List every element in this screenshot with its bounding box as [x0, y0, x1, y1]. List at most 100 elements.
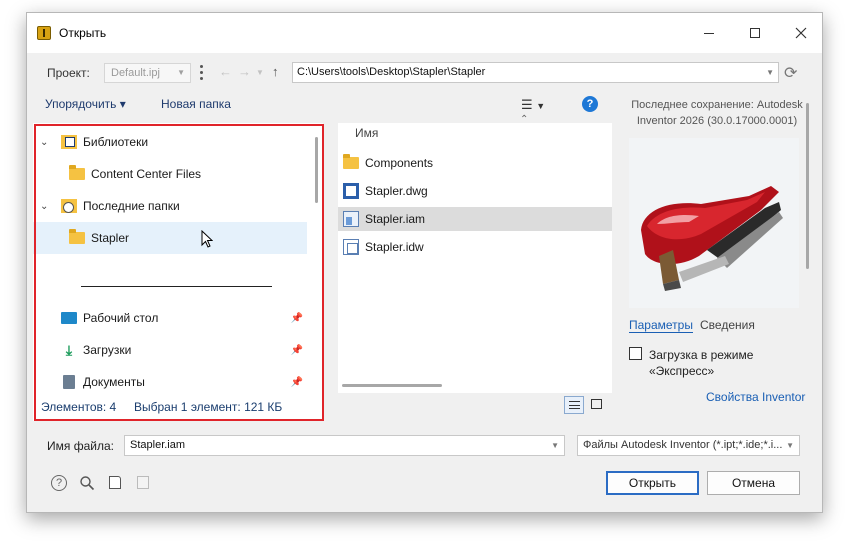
organize-button[interactable]: Упорядочить ▾	[45, 97, 126, 111]
minimize-icon	[704, 32, 714, 34]
nav-item-stapler[interactable]: Stapler	[33, 222, 307, 254]
filetype-value: Файлы Autodesk Inventor (*.ipt;*.ide;*.i…	[583, 439, 783, 451]
file-row[interactable]: Stapler.idw	[338, 235, 612, 259]
navigation-pane: ⌄ Библиотеки Content Center Files ⌄ Посл…	[33, 123, 323, 421]
view-options-icon[interactable]: ☰ ▼	[521, 97, 545, 113]
project-value: Default.ipj	[111, 67, 160, 79]
page-icon[interactable]	[107, 475, 123, 491]
search-icon[interactable]	[79, 475, 95, 491]
inventor-app-icon	[37, 26, 51, 40]
filetype-select[interactable]: Файлы Autodesk Inventor (*.ipt;*.ide;*.i…	[577, 435, 800, 456]
pin-icon[interactable]: 📌	[291, 377, 303, 388]
folder-icon	[343, 154, 359, 169]
filename-input[interactable]: Stapler.iam ▼	[124, 435, 565, 456]
maximize-icon	[750, 28, 760, 38]
column-header-name[interactable]: Имя	[355, 126, 378, 140]
question-icon[interactable]: ?	[51, 475, 67, 491]
tab-details[interactable]: Сведения	[700, 318, 755, 332]
folder-icon	[69, 229, 85, 244]
recent-folders-icon	[61, 199, 77, 213]
assembly-file-icon	[343, 211, 359, 227]
model-preview	[629, 138, 799, 308]
pin-icon[interactable]: 📌	[291, 313, 303, 324]
drawing-file-icon	[343, 239, 359, 255]
nav-scrollbar[interactable]	[315, 137, 318, 203]
chevron-down-icon[interactable]: ⌄	[40, 201, 48, 212]
mouse-cursor-icon	[201, 230, 213, 248]
folder-icon	[69, 165, 85, 180]
new-folder-button[interactable]: Новая папка	[161, 97, 231, 111]
file-row[interactable]: Stapler.dwg	[338, 179, 612, 203]
refresh-icon[interactable]: ⟳	[784, 63, 797, 83]
details-view-button[interactable]	[564, 396, 584, 414]
dialog-title: Открыть	[59, 26, 107, 40]
chevron-down-icon: ▼	[177, 68, 185, 77]
chevron-down-icon: ▼	[784, 441, 794, 450]
file-name: Stapler.dwg	[365, 184, 428, 198]
downloads-icon: ⤓	[65, 342, 73, 358]
nav-item-label: Последние папки	[83, 199, 180, 213]
sort-caret-icon: ⌃	[520, 114, 529, 125]
nav-item-label: Рабочий стол	[83, 311, 159, 325]
tab-parameters[interactable]: Параметры	[629, 318, 693, 333]
nav-item-label: Библиотеки	[83, 135, 149, 149]
nav-item-documents[interactable]: Документы 📌	[33, 366, 307, 398]
path-input[interactable]: C:\Users\tools\Desktop\Stapler\Stapler ▼	[292, 62, 779, 83]
express-mode-label[interactable]: Загрузка в режиме «Экспресс»	[649, 347, 799, 379]
file-name: Components	[365, 156, 434, 170]
nav-item-desktop[interactable]: Рабочий стол 📌	[33, 302, 307, 334]
nav-item-recent-folders[interactable]: ⌄ Последние папки	[33, 190, 307, 222]
dwg-file-icon	[343, 183, 359, 199]
pin-icon[interactable]: 📌	[291, 345, 303, 356]
stapler-thumbnail	[641, 186, 783, 291]
nav-item-libraries[interactable]: ⌄ Библиотеки	[33, 126, 307, 158]
open-dialog: Открыть Проект: Default.ipj ▼ ← → ▼ ↑ C:…	[26, 12, 823, 513]
nav-item-label: Content Center Files	[91, 167, 202, 181]
more-options-icon[interactable]	[198, 64, 204, 82]
libraries-icon	[61, 135, 77, 149]
close-icon	[795, 27, 807, 39]
documents-icon	[63, 375, 75, 389]
nav-item-label: Документы	[83, 375, 145, 389]
file-name: Stapler.iam	[365, 212, 426, 226]
path-value: C:\Users\tools\Desktop\Stapler\Stapler	[297, 66, 486, 78]
project-select[interactable]: Default.ipj ▼	[104, 63, 191, 83]
project-label: Проект:	[47, 66, 90, 80]
express-mode-checkbox[interactable]	[629, 347, 642, 360]
maximize-button[interactable]	[732, 13, 778, 53]
file-list-scrollbar[interactable]	[342, 384, 442, 387]
status-item-count: Элементов: 4	[41, 400, 117, 414]
filename-label: Имя файла:	[47, 439, 114, 453]
preview-scrollbar[interactable]	[806, 103, 809, 269]
desktop-icon	[61, 312, 77, 324]
chevron-down-icon[interactable]: ⌄	[40, 137, 48, 148]
help-icon[interactable]: ?	[582, 96, 598, 112]
chevron-down-icon[interactable]: ▼	[551, 441, 559, 450]
cancel-button[interactable]: Отмена	[707, 471, 800, 495]
filename-value: Stapler.iam	[130, 439, 186, 451]
preview-view-icon	[591, 399, 602, 409]
status-selection: Выбран 1 элемент: 121 КБ	[134, 400, 283, 414]
nav-divider	[81, 286, 272, 287]
last-saved-caption: Последнее сохранение: Autodesk Inventor …	[631, 99, 803, 127]
nav-item-content-center[interactable]: Content Center Files	[33, 158, 307, 190]
file-name: Stapler.idw	[365, 240, 424, 254]
nav-item-downloads[interactable]: ⤓ Загрузки 📌	[33, 334, 307, 366]
close-button[interactable]	[778, 13, 824, 53]
back-arrow-icon[interactable]: ←	[219, 64, 232, 79]
minimize-button[interactable]	[686, 13, 732, 53]
inventor-properties-link[interactable]: Свойства Inventor	[706, 390, 805, 404]
file-row[interactable]: Components	[338, 151, 612, 175]
forward-arrow-icon[interactable]: →	[238, 64, 251, 79]
file-list: ⌃ Имя Components Stapler.dwg Stapler.iam…	[338, 114, 612, 393]
preview-view-button[interactable]	[587, 396, 607, 414]
disabled-page-icon	[135, 475, 151, 491]
up-arrow-icon[interactable]: ↑	[272, 64, 279, 79]
title-bar: Открыть	[27, 13, 822, 53]
nav-item-label: Загрузки	[83, 343, 132, 357]
open-button[interactable]: Открыть	[606, 471, 699, 495]
chevron-down-icon[interactable]: ▼	[766, 68, 774, 77]
history-chevron-icon[interactable]: ▼	[256, 68, 264, 77]
file-row[interactable]: Stapler.iam	[338, 207, 612, 231]
nav-item-label: Stapler	[91, 231, 130, 245]
